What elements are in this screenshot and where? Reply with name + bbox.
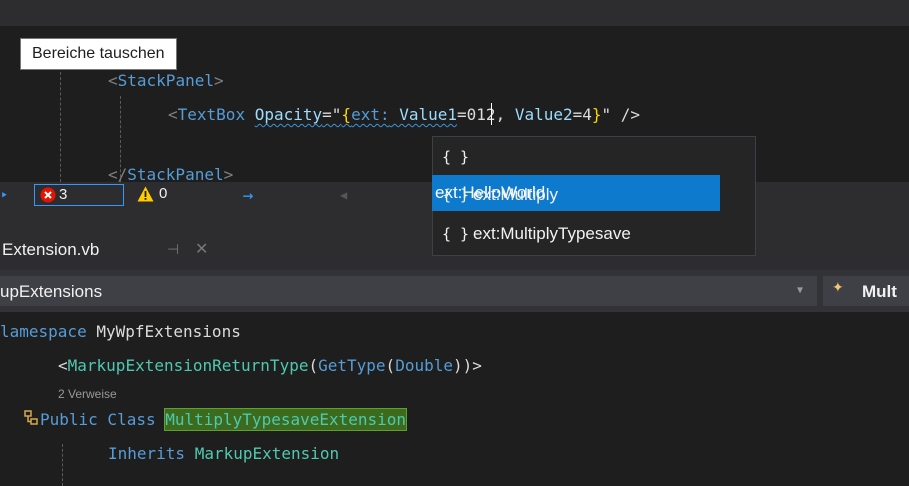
indent-guide xyxy=(62,444,63,486)
class-outline-icon xyxy=(24,410,38,425)
chevron-down-icon: ▼ xyxy=(797,285,804,296)
intellisense-popup[interactable]: { }ext:HelloWorld { } ext:Multiply { } ext… xyxy=(432,136,756,256)
arrow-right-icon[interactable]: → xyxy=(228,186,268,206)
vb-editor[interactable]: lamespace MyWpfExtensions <MarkupExtensi… xyxy=(0,312,909,486)
braces-icon: { } xyxy=(442,148,470,166)
code-line-textbox: <TextBox Opacity="{ext: Value1=012, Valu… xyxy=(168,105,641,124)
braces-icon: { } xyxy=(442,186,470,204)
tab-title: Extension.vb xyxy=(2,240,100,259)
code-line: </StackPanel> xyxy=(108,165,234,182)
braces-icon: { } xyxy=(442,225,470,243)
namespace-dropdown[interactable]: upExtensions ▼ xyxy=(0,276,817,306)
namespace-dropdown-value: upExtensions xyxy=(0,282,103,301)
completion-item-multiplytypesave[interactable]: { } ext:MultiplyTypesave xyxy=(435,216,753,252)
highlighted-class-name: MultiplyTypesaveExtension xyxy=(164,408,408,431)
completion-item-multiply[interactable]: { } ext:Multiply xyxy=(435,177,753,213)
member-dropdown-value: Mult xyxy=(862,282,897,301)
code-line: <StackPanel> xyxy=(108,71,224,90)
pin-icon[interactable]: ⊣ xyxy=(167,241,179,258)
tooltip: Bereiche tauschen xyxy=(20,38,177,70)
error-circle-icon xyxy=(40,187,56,203)
tab-extension-vb[interactable]: Extension.vb ⊣ ✕ xyxy=(0,230,227,270)
member-dropdown[interactable]: ✦ Mult xyxy=(823,276,909,306)
error-count: 3 xyxy=(59,186,68,203)
indent-guide xyxy=(60,72,61,182)
warning-count: 0 xyxy=(159,185,168,202)
editor-top-strip xyxy=(0,0,909,26)
scroll-left-icon[interactable]: ◀ xyxy=(340,188,347,202)
warning-triangle-icon xyxy=(137,186,154,202)
error-count-button[interactable]: 3 xyxy=(34,184,124,206)
references-codelens[interactable]: 2 Verweise xyxy=(58,387,117,401)
class-member-icon: ✦ xyxy=(832,279,844,295)
code-line-attribute: <MarkupExtensionReturnType(GetType(Doubl… xyxy=(58,356,482,375)
close-icon[interactable]: ✕ xyxy=(195,239,208,259)
code-line-namespace: lamespace MyWpfExtensions xyxy=(0,322,241,341)
completion-item-helloworld[interactable]: { }ext:HelloWorld xyxy=(432,139,753,211)
warning-count-button[interactable]: 0 xyxy=(133,184,193,206)
code-line-inherits: Inherits MarkupExtension xyxy=(108,444,340,463)
text-caret xyxy=(491,103,492,125)
arrow-left-icon: ‣ xyxy=(0,188,9,204)
code-line-class: Public Class MultiplyTypesaveExtension xyxy=(40,408,408,431)
